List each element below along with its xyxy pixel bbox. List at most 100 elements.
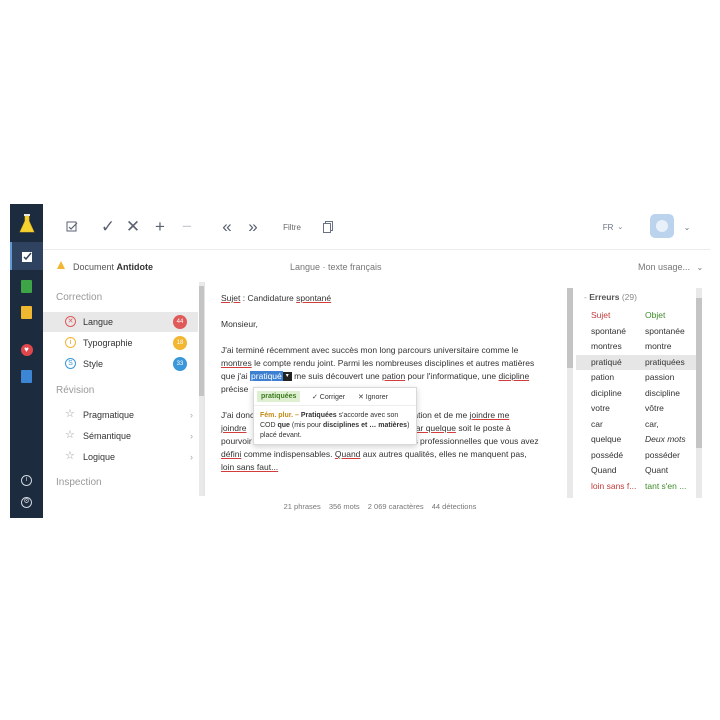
errors-panel: - Erreurs (29) Sujet Objet spontané spontan… (576, 288, 702, 498)
error-word[interactable]: pation (382, 371, 405, 381)
explanation-text: (mis pour (289, 422, 324, 429)
correction-word: Objet (645, 310, 666, 320)
error-row[interactable]: car car, (576, 417, 702, 432)
nav-item-typographie[interactable]: i Typographie 18 (43, 333, 198, 353)
error-row[interactable]: votre vôtre (576, 401, 702, 416)
correction-word: Quant (645, 465, 669, 475)
next-icon[interactable]: » (243, 217, 263, 236)
error-row[interactable]: pratiqué pratiquées (576, 354, 702, 370)
error-row[interactable]: quelque Deux mots (576, 432, 702, 447)
document-bar: Document Antidote Langue · texte françai… (43, 251, 710, 281)
errors-header[interactable]: - Erreurs (29) (584, 292, 637, 302)
ignore-button[interactable]: ✕ Ignorer (358, 393, 388, 401)
text-editor[interactable]: Sujet : Candidature spontané Monsieur, J… (221, 292, 567, 474)
correct-button[interactable]: ✓ Corriger (312, 393, 345, 401)
error-row[interactable]: loin sans f... tant s'en ... (576, 479, 702, 494)
filter-button[interactable]: Filtre (279, 218, 305, 236)
correction-word: posséder (645, 449, 680, 460)
section-revision[interactable]: Révision (56, 385, 94, 396)
word-count: 356 mots (328, 502, 360, 511)
scrollbar-thumb[interactable] (567, 288, 573, 368)
correction-word: passion (645, 372, 675, 382)
error-row[interactable]: montres montre (576, 339, 702, 354)
count-badge: 18 (173, 336, 187, 350)
section-correction[interactable]: Correction (56, 292, 102, 303)
correction-word: pratiquées (645, 356, 685, 367)
antidote-window: ♥ i ⚙ ✓ ✕ + − « » Filtre FR ⌄ ⌄ Document… (10, 204, 710, 518)
guide-icon[interactable] (10, 298, 43, 326)
info-circle-icon: i (65, 337, 76, 348)
previous-icon[interactable]: « (217, 217, 237, 236)
correction-word: car, (645, 418, 659, 429)
chevron-right-icon: › (190, 410, 193, 420)
error-word: pratiqué (591, 356, 622, 367)
chevron-down-icon: ⌄ (617, 224, 624, 231)
language-selector[interactable]: FR ⌄ (599, 218, 627, 236)
section-inspection[interactable]: Inspection (56, 477, 102, 488)
correction-word: discipline (645, 387, 680, 398)
copy-icon[interactable] (319, 218, 337, 236)
correction-word: Deux mots (645, 434, 686, 444)
error-word[interactable]: Sujet (221, 293, 240, 303)
errors-scrollbar[interactable] (696, 288, 702, 498)
correction-word: vôtre (645, 403, 664, 413)
suggestion-button[interactable]: pratiquées (257, 391, 301, 402)
document-prefix: Document (73, 262, 115, 272)
avatar[interactable] (650, 214, 674, 238)
nav-item-logique[interactable]: ☆ Logique › (43, 447, 198, 467)
error-word: Sujet (591, 310, 611, 320)
nav-label: Typographie (83, 338, 133, 348)
scrollbar-thumb[interactable] (696, 298, 702, 448)
error-row[interactable]: dicipline discipline (576, 386, 702, 401)
error-row[interactable]: spontané spontanée (576, 324, 702, 339)
error-word: spontané (591, 325, 626, 336)
error-word[interactable]: montres (221, 358, 252, 368)
x-circle-icon: ✕ (65, 316, 76, 327)
usage-selector[interactable]: Mon usage... ⌄ (638, 262, 703, 272)
text-run: J'ai donc (221, 410, 255, 420)
error-word[interactable]: Quand (335, 449, 361, 459)
dictionary-icon[interactable] (10, 272, 43, 300)
error-row[interactable]: Quand Quant (576, 463, 702, 478)
explanation-term: que (277, 422, 290, 429)
nav-item-pragmatique[interactable]: ☆ Pragmatique › (43, 405, 198, 425)
book-icon[interactable] (10, 362, 43, 390)
error-row[interactable]: Sujet Objet (576, 308, 702, 323)
chevron-down-icon[interactable]: ⌄ (681, 218, 693, 236)
favorites-icon[interactable]: ♥ (10, 336, 43, 364)
error-word[interactable]: spontané (296, 293, 331, 303)
nav-item-langue[interactable]: ✕ Langue 44 (43, 312, 198, 332)
error-row[interactable]: possédé posséder (576, 448, 702, 463)
editor-scrollbar[interactable] (567, 288, 573, 498)
error-word[interactable]: car quelque (412, 423, 456, 433)
count-badge: 44 (173, 315, 187, 329)
error-word[interactable]: joindre (221, 423, 247, 433)
flask-logo-icon[interactable] (10, 208, 43, 240)
error-word[interactable]: joindre me (470, 410, 510, 420)
left-scrollbar[interactable] (199, 282, 204, 496)
scrollbar-thumb[interactable] (199, 286, 204, 396)
text-run: me suis découvert une (291, 371, 383, 381)
text-run: comme indispensables. (241, 449, 335, 459)
error-word[interactable]: défini (221, 449, 241, 459)
popup-actions: pratiquées ✓ Corriger ✕ Ignorer (254, 388, 416, 406)
check-list-icon[interactable] (63, 218, 81, 236)
nav-item-style[interactable]: S Style 33 (43, 354, 198, 374)
left-panel: Correction ✕ Langue 44 i Typographie 18 … (43, 282, 205, 496)
error-word[interactable]: loin sans faut... (221, 462, 278, 472)
corrector-icon[interactable] (10, 242, 43, 270)
accept-icon[interactable]: ✓ (99, 217, 117, 236)
nav-label: Logique (83, 452, 116, 462)
minus-icon[interactable]: − (178, 217, 196, 236)
star-icon: ☆ (65, 429, 75, 441)
nav-item-semantique[interactable]: ☆ Sémantique › (43, 426, 198, 446)
character-count: 2 069 caractères (367, 502, 424, 511)
dropdown-caret-icon[interactable]: ▾ (282, 372, 292, 382)
add-icon[interactable]: + (151, 217, 169, 236)
document-language[interactable]: Langue · texte français (290, 262, 382, 272)
reject-icon[interactable]: ✕ (124, 217, 142, 236)
error-word[interactable]: dicipline (498, 371, 529, 381)
text-run: que j'ai (221, 371, 251, 381)
selected-error-word[interactable]: pratiqué (250, 371, 283, 381)
error-row[interactable]: pation passion (576, 370, 702, 385)
